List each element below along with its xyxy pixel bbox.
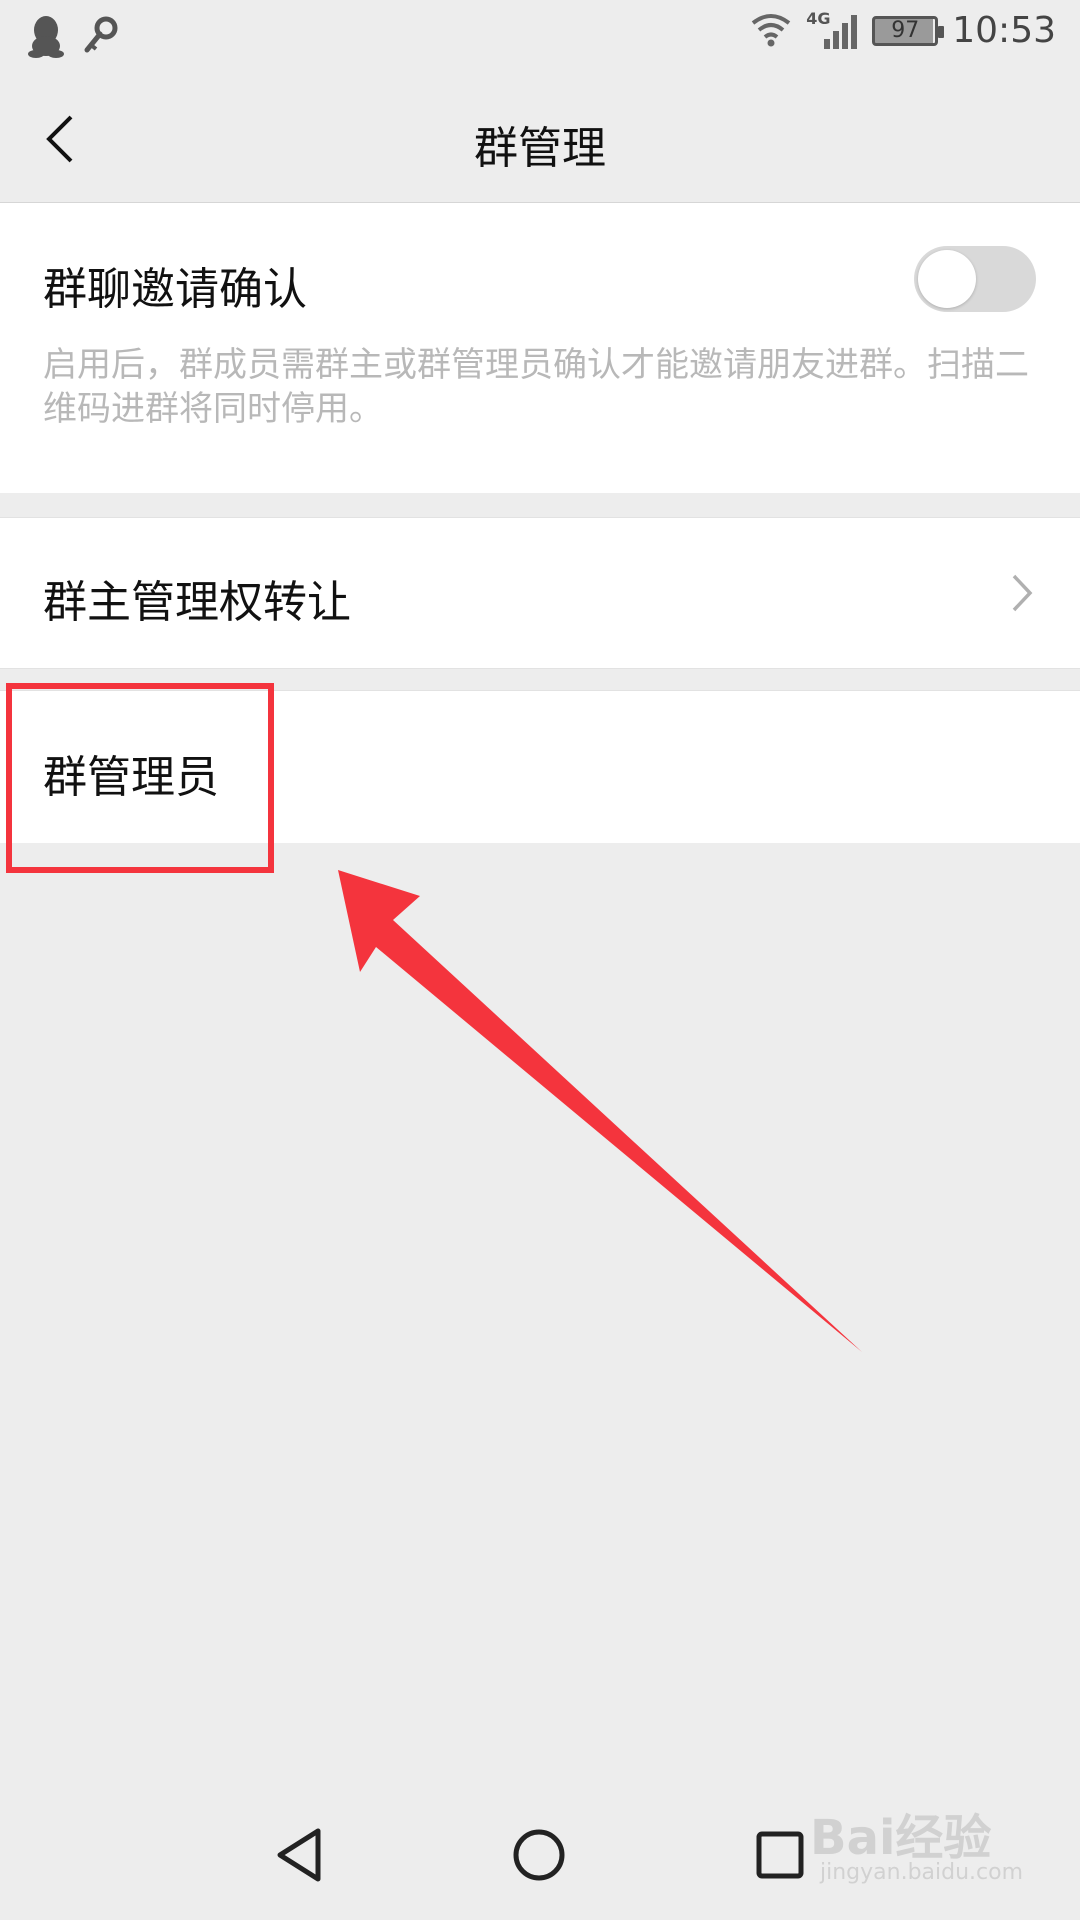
page-title: 群管理 [474, 123, 606, 174]
home-circle-icon [513, 1829, 565, 1881]
invite-confirm-description: 启用后，群成员需群主或群管理员确认才能邀请朋友进群。扫描二维码进群将同时停用。 [43, 345, 1029, 429]
baidu-watermark: Bai经验 jingyan.baidu.com [810, 1790, 1040, 1900]
nav-bar: 群管理 [0, 76, 1080, 203]
invite-confirm-section: 群聊邀请确认 启用后，群成员需群主或群管理员确认才能邀请朋友进群。扫描二维码进群… [0, 203, 1080, 493]
highlight-box [6, 683, 274, 873]
battery-indicator: 97 [872, 15, 945, 46]
chevron-right-icon [1012, 574, 1033, 612]
toggle-knob [918, 250, 976, 308]
invite-confirm-label: 群聊邀请确认 [43, 264, 307, 315]
transfer-owner-label: 群主管理权转让 [43, 577, 351, 628]
key-icon [82, 16, 118, 60]
cellular-4g-icon: 4G [806, 9, 858, 51]
watermark-sub-text: jingyan.baidu.com [820, 1860, 1024, 1885]
recents-square-icon [756, 1831, 804, 1879]
watermark-main-text: Bai经验 [810, 1810, 992, 1866]
android-back-button[interactable] [255, 1810, 345, 1900]
status-left [28, 14, 118, 62]
status-time: 10:53 [952, 10, 1056, 51]
battery-level: 97 [891, 18, 920, 43]
android-home-button[interactable] [494, 1810, 584, 1900]
status-bar: 4G 97 10:53 [0, 0, 1080, 76]
wifi-icon [750, 11, 792, 51]
status-right: 4G 97 10:53 [750, 9, 1056, 51]
qq-penguin-icon [28, 14, 64, 62]
invite-confirm-toggle[interactable] [914, 246, 1036, 312]
back-triangle-icon [277, 1828, 321, 1882]
transfer-owner-row[interactable]: 群主管理权转让 [0, 517, 1080, 669]
